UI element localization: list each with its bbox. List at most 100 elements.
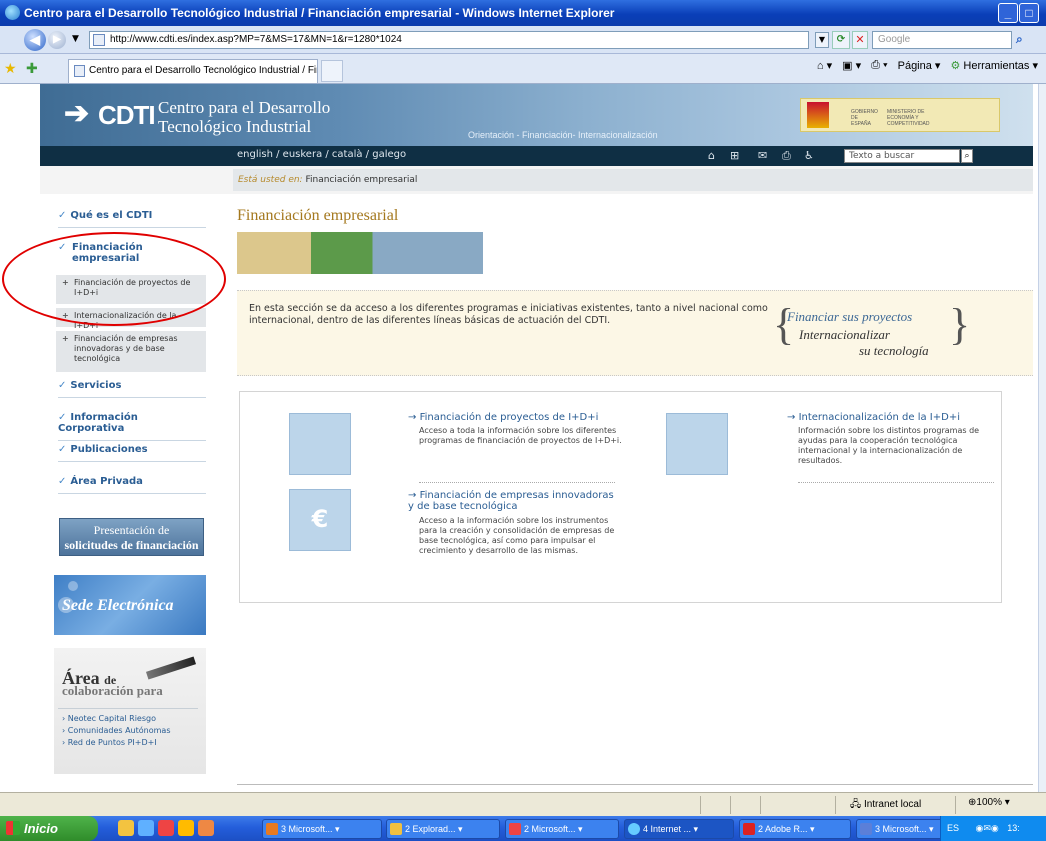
nav-area-privada[interactable]: ✓ Área Privada: [58, 476, 206, 494]
subnav-label: Financiación de empresas innovadoras y d…: [74, 334, 178, 363]
sede-electronica-banner[interactable]: Sede Electrónica: [54, 575, 206, 635]
address-toolbar: ◀ ▶ ▼ http://www.cdti.es/index.asp?MP=7&…: [0, 26, 1046, 54]
nav-que-es-cdti[interactable]: ✓ Qué es el CDTI: [58, 210, 206, 228]
window-title-bar[interactable]: Centro para el Desarrollo Tecnológico In…: [0, 0, 1046, 26]
card-empresas-innovadoras-desc: Acceso a la información sobre los instru…: [419, 516, 615, 555]
task-label: 4 Internet ...: [643, 824, 692, 834]
link-comunidades[interactable]: › Comunidades Autónomas: [62, 726, 170, 735]
tools-menu-label: Herramientas: [963, 60, 1030, 72]
quicklaunch-icon[interactable]: [138, 820, 154, 836]
task-label: 2 Microsoft...: [524, 824, 576, 834]
app-icon: [509, 823, 521, 835]
add-favorite-icon[interactable]: ✚: [26, 61, 38, 77]
refresh-icon[interactable]: ⟳: [832, 31, 850, 49]
area-colaboracion-box: Área de colaboración para › Neotec Capit…: [54, 648, 206, 774]
language-indicator[interactable]: ES: [947, 823, 959, 833]
quote-tecnologia: su tecnología: [859, 343, 929, 358]
title-banner-image: [237, 232, 483, 274]
page-menu[interactable]: Página ▾: [898, 59, 941, 72]
vertical-scrollbar[interactable]: [1038, 84, 1046, 792]
zone-label: Intranet local: [863, 799, 922, 810]
taskbar-internet[interactable]: 4 Internet ... ▾: [624, 819, 734, 839]
taskbar-explorador[interactable]: 2 Explorad... ▾: [386, 819, 500, 839]
taskbar-microsoft-2[interactable]: 2 Microsoft... ▾: [505, 819, 619, 839]
security-zone[interactable]: 🖧 Intranet local: [850, 797, 921, 814]
logo-subtitle-1: Centro para el Desarrollo: [158, 98, 331, 117]
site-search-input[interactable]: Texto a buscar: [844, 149, 960, 163]
zoom-label: 100%: [976, 797, 1002, 808]
print-icon[interactable]: ⎙ ▾: [871, 59, 887, 72]
logo-subtitle-2: Tecnológico Industrial: [158, 117, 312, 136]
card-empresas-innovadoras-link[interactable]: → Financiación de empresas innovadoras y…: [408, 490, 618, 512]
start-button[interactable]: Inicio: [0, 816, 98, 841]
language-links[interactable]: english / euskera / català / galego: [237, 149, 406, 160]
card-financiacion-proyectos-desc: Acceso a toda la información sobre los d…: [419, 426, 622, 445]
feeds-icon[interactable]: ▣ ▾: [842, 59, 861, 72]
world-map-icon[interactable]: [666, 413, 728, 475]
history-dropdown-icon[interactable]: ▼: [72, 34, 79, 44]
breadcrumb-label: Está usted en:: [238, 175, 303, 185]
card-internacionalizacion-link[interactable]: → Internacionalización de la I+D+i: [787, 412, 960, 423]
spain-map-icon[interactable]: [289, 413, 351, 475]
zoom-control[interactable]: ⊕100% ▾: [968, 797, 1010, 808]
subnav-empresas-innovadoras[interactable]: + Financiación de empresas innovadoras y …: [56, 331, 206, 373]
sede-label: Sede Electrónica: [62, 597, 174, 614]
folder-icon: [390, 823, 402, 835]
nav-servicios[interactable]: ✓ Servicios: [58, 380, 206, 398]
sitemap-icon[interactable]: ⊞: [730, 149, 739, 162]
address-input[interactable]: http://www.cdti.es/index.asp?MP=7&MS=17&…: [89, 31, 809, 49]
quicklaunch-icon[interactable]: [178, 820, 194, 836]
print-icon[interactable]: ⎙: [782, 149, 791, 163]
app-icon: [860, 823, 872, 835]
site-tagline: Orientación - Financiación- Internaciona…: [468, 130, 658, 140]
start-label: Inicio: [24, 821, 58, 836]
google-search-input[interactable]: Google: [872, 31, 1012, 49]
back-icon[interactable]: ◀: [24, 29, 46, 51]
nav-informacion-corporativa[interactable]: ✓ Información Corporativa: [58, 412, 206, 441]
quicklaunch-icon[interactable]: [118, 820, 134, 836]
link-neotec[interactable]: › Neotec Capital Riesgo: [62, 714, 156, 723]
maximize-button[interactable]: □: [1019, 3, 1039, 23]
mail-icon[interactable]: ✉: [758, 149, 767, 162]
url-dropdown-icon[interactable]: ▼: [815, 32, 829, 48]
quicklaunch-icon[interactable]: [198, 820, 214, 836]
home-icon[interactable]: ⌂: [708, 149, 715, 162]
status-cell: [700, 796, 701, 814]
link-red-puntos[interactable]: › Red de Puntos PI+D+I: [62, 738, 157, 747]
quicklaunch-icon[interactable]: [158, 820, 174, 836]
cdti-logo[interactable]: CDTI: [98, 100, 156, 131]
presentacion-solicitudes-button[interactable]: Presentación de solicitudes de financiac…: [59, 518, 204, 556]
forward-icon[interactable]: ▶: [48, 31, 66, 49]
page-icon: [74, 65, 85, 77]
site-search-icon[interactable]: ⌕: [961, 149, 973, 163]
card-title: Internacionalización de la I+D+i: [798, 412, 960, 423]
taskbar-adobe[interactable]: 2 Adobe R... ▾: [739, 819, 851, 839]
home-icon[interactable]: ⌂ ▾: [817, 59, 832, 72]
sections-panel: → Financiación de proyectos de I+D+i Acc…: [239, 391, 1002, 603]
tools-menu[interactable]: ⚙ Herramientas ▾: [950, 59, 1038, 72]
breadcrumb-current: Financiación empresarial: [305, 175, 418, 185]
accessibility-icon[interactable]: ♿: [804, 149, 814, 162]
divider: [798, 482, 994, 483]
breadcrumb-bar: Está usted en: Financiación empresarial: [40, 166, 1033, 194]
system-tray: ES ◉✉◉ 13:: [940, 816, 1046, 841]
pdf-icon: [743, 823, 755, 835]
pen-icon: [145, 656, 197, 680]
government-logo[interactable]: GOBIERNO DE ESPAÑA MINISTERIO DE ECONOMÍ…: [800, 98, 1000, 132]
euro-lightbulb-icon[interactable]: €: [289, 489, 351, 551]
new-tab-button[interactable]: [321, 60, 343, 82]
stop-icon[interactable]: ✕: [852, 31, 868, 49]
minimize-button[interactable]: _: [998, 3, 1018, 23]
taskbar-microsoft-1[interactable]: 3 Microsoft... ▾: [262, 819, 382, 839]
nav-label: Información Corporativa: [58, 412, 138, 434]
search-icon[interactable]: ⌕: [1016, 32, 1023, 47]
tray-icons[interactable]: ◉✉◉: [976, 823, 999, 833]
gov-text: GOBIERNO DE ESPAÑA: [851, 109, 878, 127]
ministry-text: MINISTERIO DE ECONOMÍA Y COMPETITIVIDAD: [887, 109, 930, 127]
card-financiacion-proyectos-link[interactable]: → Financiación de proyectos de I+D+i: [408, 412, 598, 423]
browser-tab[interactable]: Centro para el Desarrollo Tecnológico In…: [68, 59, 318, 83]
favorites-star-icon[interactable]: ★: [4, 61, 17, 77]
checkmark-icon: ✓: [58, 380, 67, 391]
tab-title: Centro para el Desarrollo Tecnológico In…: [89, 65, 318, 76]
nav-publicaciones[interactable]: ✓ Publicaciones: [58, 444, 206, 462]
